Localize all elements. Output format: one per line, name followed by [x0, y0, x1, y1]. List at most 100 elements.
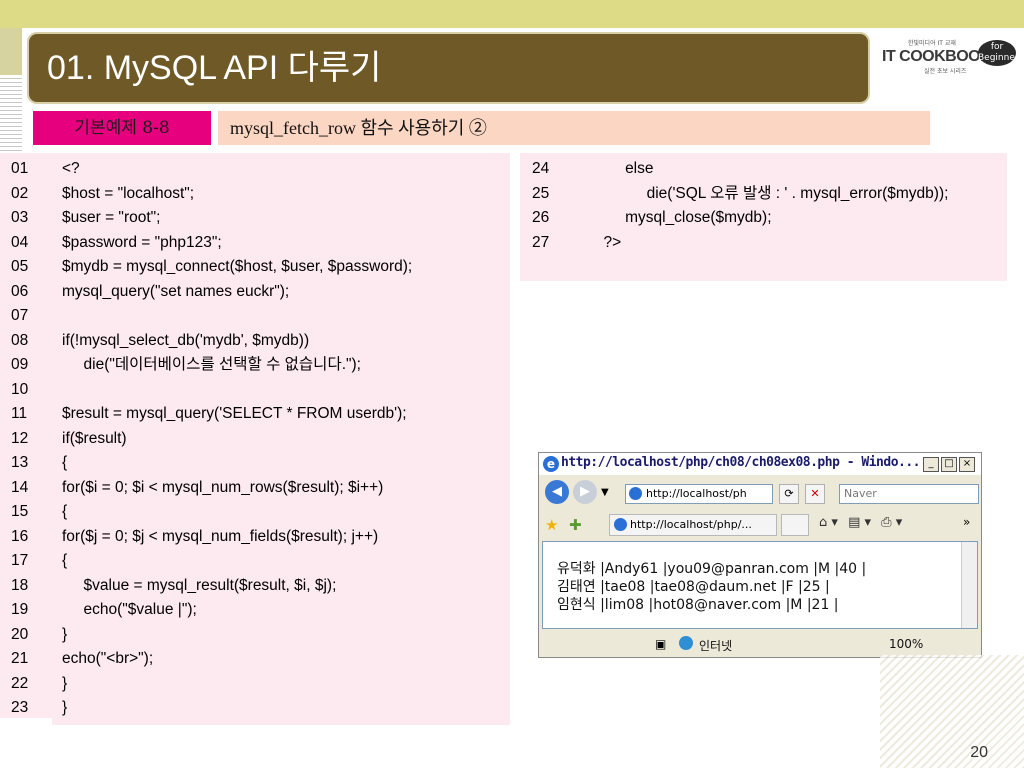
address-bar[interactable]: http://localhost/ph [625, 484, 773, 504]
code-panel-right: 24 else 25 die('SQL 오류 발생 : ' . mysql_er… [520, 153, 1007, 281]
line-number: 17 [11, 552, 29, 569]
line-number: 07 [11, 307, 29, 324]
search-input[interactable]: Naver [839, 484, 979, 504]
code-text: { [62, 503, 68, 520]
logo-badge: for Beginner [978, 40, 1019, 66]
line-number: 21 [11, 650, 29, 667]
code-text: } [62, 674, 68, 692]
code-text: } [62, 625, 68, 643]
browser-tab[interactable]: http://localhost/php/... [609, 514, 777, 536]
line-number: 02 [11, 184, 29, 202]
globe-icon [679, 636, 693, 650]
corner-notch [0, 718, 52, 768]
new-tab-button[interactable] [781, 514, 809, 536]
favorites-star-icon[interactable]: ★ [545, 516, 558, 534]
code-text: mysql_query("set names euckr"); [62, 282, 290, 300]
chevron-icon[interactable]: » [963, 515, 970, 529]
line-number: 24 [532, 160, 550, 177]
tab-label: http://localhost/php/... [630, 518, 752, 531]
browser-content: 유덕화 |Andy61 |you09@panran.com |M |40 | 김… [542, 541, 978, 629]
line-number: 23 [11, 699, 29, 716]
code-text: else [582, 160, 654, 177]
line-number: 22 [11, 674, 29, 692]
browser-title-bar[interactable]: e http://localhost/php/ch08/ch08ex08.php… [539, 453, 981, 475]
code-text: { [62, 552, 68, 569]
code-text: for($i = 0; $i < mysql_num_rows($result)… [62, 478, 384, 496]
code-text: if($result) [62, 429, 127, 447]
line-number: 08 [11, 331, 29, 349]
line-number: 13 [11, 454, 29, 471]
line-number: 15 [11, 503, 29, 520]
line-number: 04 [11, 233, 29, 251]
top-band [0, 0, 1024, 28]
logo-main-text: IT COOKBOOK [882, 48, 992, 65]
logo-small-bottom: 실전 초보 시리즈 [924, 68, 967, 75]
code-text: echo("$value |"); [62, 601, 197, 618]
code-text: $value = mysql_result($result, $i, $j); [62, 576, 337, 594]
vertical-scrollbar[interactable] [961, 542, 977, 628]
code-text: ?> [582, 233, 622, 251]
line-number: 18 [11, 576, 29, 594]
close-button[interactable]: × [959, 457, 975, 472]
code-text: $password = "php123"; [62, 233, 222, 251]
line-number: 27 [532, 233, 550, 251]
code-text: $result = mysql_query('SELECT * FROM use… [62, 405, 407, 422]
history-dropdown-icon[interactable]: ▼ [601, 487, 609, 498]
add-favorites-icon[interactable]: ✚ [569, 516, 582, 534]
output-line: 유덕화 |Andy61 |you09@panran.com |M |40 | [557, 561, 867, 577]
refresh-icon[interactable]: ⟳ [779, 484, 799, 504]
code-text: <? [62, 160, 80, 177]
maximize-button[interactable]: □ [941, 457, 957, 472]
browser-window: e http://localhost/php/ch08/ch08ex08.php… [538, 452, 982, 658]
line-number: 20 [11, 625, 29, 643]
code-text: die('SQL 오류 발생 : ' . mysql_error($mydb))… [582, 184, 949, 202]
ie-icon: e [543, 456, 559, 472]
code-text: die("데이터베이스를 선택할 수 없습니다."); [62, 356, 361, 373]
browser-status-bar: ▣ 인터넷 100% [539, 633, 981, 657]
stop-icon[interactable]: ✕ [805, 484, 825, 504]
line-number: 01 [11, 160, 29, 177]
forward-icon[interactable]: ▶ [573, 480, 597, 504]
slide-title: 01. MySQL API 다루기 [47, 49, 382, 87]
code-text: if(!mysql_select_db('mydb', $mydb)) [62, 331, 310, 349]
code-text: echo("<br>"); [62, 650, 154, 667]
left-accent-block [0, 28, 22, 75]
lock-icon: ▣ [655, 637, 667, 651]
line-number: 03 [11, 209, 29, 226]
line-number: 12 [11, 429, 29, 447]
code-text: } [62, 699, 68, 716]
browser-nav-bar: ◀ ▶ ▼ http://localhost/ph ⟳ ✕ Naver [539, 477, 981, 509]
page-icon [629, 487, 642, 500]
status-zone: 인터넷 [699, 639, 733, 653]
line-number: 19 [11, 601, 29, 618]
example-tag: 기본예제 8-8 [33, 111, 211, 145]
title-bar: 01. MySQL API 다루기 [27, 32, 870, 104]
code-text: $user = "root"; [62, 209, 161, 226]
line-number: 06 [11, 282, 29, 300]
line-number: 25 [532, 184, 550, 202]
feeds-icon[interactable]: ▤ ▾ [848, 515, 871, 530]
it-cookbook-logo: 한빛미디어 IT 교재 IT COOKBOOK 실전 초보 시리즈 for Be… [878, 38, 1019, 75]
code-text: $mydb = mysql_connect($host, $user, $pas… [62, 258, 413, 275]
zoom-level[interactable]: 100% [889, 637, 923, 651]
line-number: 09 [11, 356, 29, 373]
browser-tab-bar: ★ ✚ http://localhost/php/... ⌂ ▾ ▤ ▾ ⎙ ▾… [539, 511, 981, 539]
home-icon[interactable]: ⌂ ▾ [819, 515, 838, 530]
output-line: 임현식 |lim08 |hot08@naver.com |M |21 | [557, 597, 839, 613]
building-decoration [880, 655, 1024, 768]
line-number: 11 [11, 405, 28, 422]
line-number: 16 [11, 527, 29, 545]
toolbar-icons: ⌂ ▾ ▤ ▾ ⎙ ▾ [819, 515, 902, 530]
logo-small-top: 한빛미디어 IT 교재 [908, 40, 956, 47]
print-icon[interactable]: ⎙ ▾ [881, 515, 902, 530]
minimize-button[interactable]: _ [923, 457, 939, 472]
tab-ie-icon [614, 518, 627, 531]
line-number: 26 [532, 209, 550, 226]
output-line: 김태연 |tae08 |tae08@daum.net |F |25 | [557, 579, 830, 595]
code-text: { [62, 454, 68, 471]
line-number: 10 [11, 380, 29, 398]
code-text: $host = "localhost"; [62, 184, 195, 202]
line-number: 05 [11, 258, 29, 275]
code-panel-left: 01 <? 02 $host = "localhost"; 03 $user = "r… [0, 153, 510, 725]
back-icon[interactable]: ◀ [545, 480, 569, 504]
